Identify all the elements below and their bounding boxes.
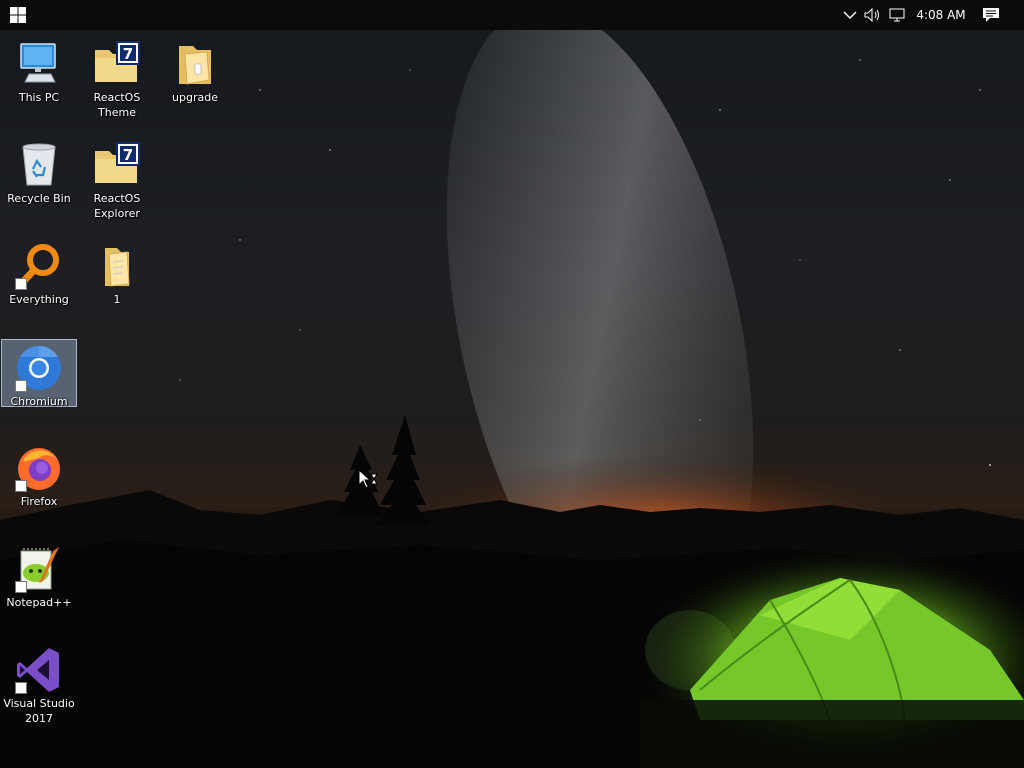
desktop-icon-label: upgrade [172,91,218,104]
svg-text:7: 7 [123,146,133,164]
desktop-icon-everything[interactable]: Everything [1,238,77,307]
desktop-icon-notepad-plus-plus[interactable]: Notepad++ [1,541,77,610]
volume-icon [864,8,879,22]
network-button[interactable] [886,0,910,30]
desktop-icon-label: ReactOS Explorer [93,192,141,220]
shortcut-arrow-icon [15,480,27,492]
show-hidden-icons-button[interactable] [840,0,860,30]
7z-folder-icon: 7 [95,41,140,82]
desktop-icon-label: This PC [18,91,60,104]
volume-button[interactable] [862,0,884,30]
desktop-icon-label: 1 [113,293,121,306]
desktop-icon-upgrade[interactable]: upgrade [157,36,233,105]
desktop-icon-label: Everything [9,293,69,306]
svg-text:7: 7 [123,45,133,63]
desktop-icon-label: Notepad++ [6,596,72,609]
taskbar-clock[interactable]: 4:08 AM [910,0,972,30]
windows-start-icon [10,7,26,23]
desktop-icon-recycle-bin[interactable]: Recycle Bin [1,137,77,206]
action-center-button[interactable] [978,0,1004,30]
shortcut-arrow-icon [15,682,27,694]
desktop-icon-reactos-theme[interactable]: 7 ReactOS Theme [79,36,155,120]
desktop-icon-label: Firefox [20,495,58,508]
recycle-bin-icon [22,143,56,186]
desktop-icon-1[interactable]: 1 [79,238,155,307]
desktop-icon-reactos-explorer[interactable]: 7 ReactOS Explorer [79,137,155,221]
desktop-icon-this-pc[interactable]: This PC [1,36,77,105]
desktop-icon-firefox[interactable]: Firefox [1,440,77,509]
folder-icon [105,248,130,287]
shortcut-arrow-icon [15,581,27,593]
shortcut-arrow-icon [15,380,27,392]
7z-folder-icon: 7 [95,142,140,183]
computer-icon [20,43,56,83]
desktop-icon-label: Recycle Bin [7,192,71,205]
taskbar: 4:08 AM [0,0,1024,30]
desktop-icon-label: ReactOS Theme [93,91,141,119]
desktop-icon-visual-studio-2017[interactable]: Visual Studio 2017 [1,642,77,726]
shortcut-arrow-icon [15,278,27,290]
chevron-up-icon [843,11,857,19]
start-button[interactable] [0,0,36,30]
network-icon [889,8,905,22]
desktop-icon-label: Visual Studio 2017 [3,697,75,725]
action-center-icon [983,8,999,22]
desktop-icon-chromium[interactable]: Chromium [1,339,77,408]
desktop-icon-label: Chromium [10,395,68,408]
busy-cursor-icon [358,469,378,489]
folder-icon [179,46,211,85]
